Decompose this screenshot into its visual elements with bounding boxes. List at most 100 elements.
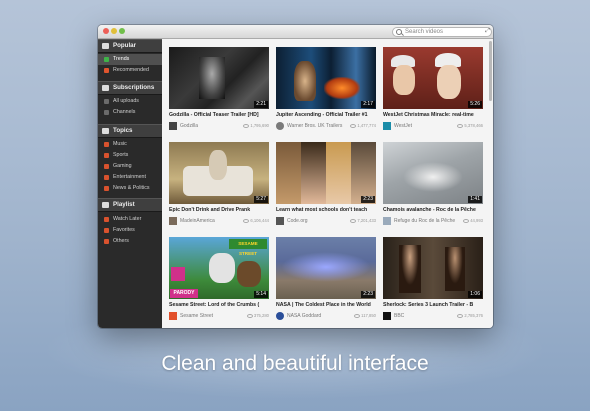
sidebar-item-label: Sports	[113, 152, 129, 158]
sidebar-item-all-uploads[interactable]: All uploads	[98, 96, 162, 107]
channel-avatar	[383, 122, 391, 130]
channel-name[interactable]: Sesame Street	[180, 313, 213, 319]
trends-icon	[104, 57, 109, 62]
video-thumbnail[interactable]: 2:23	[276, 142, 376, 204]
app-window: Search videos ⤢ Popular Trends Recommend…	[98, 25, 493, 328]
channel-name[interactable]: NASA Goddard	[287, 313, 321, 319]
channels-icon	[104, 110, 109, 115]
video-title[interactable]: WestJet Christmas Miracle: real-time	[383, 112, 483, 118]
minimize-button[interactable]	[111, 28, 117, 34]
thumbnail-art	[324, 77, 360, 99]
duration-badge: 2:23	[361, 291, 375, 298]
zoom-button[interactable]	[119, 28, 125, 34]
section-popular[interactable]: Popular	[98, 39, 162, 53]
thumbnail-art	[393, 65, 415, 95]
video-thumbnail[interactable]: 2:21	[169, 47, 269, 109]
channel-name[interactable]: Refuge du Roc de la Pêche	[394, 218, 455, 224]
sports-icon	[104, 153, 109, 158]
thumbnail-art	[399, 245, 421, 293]
views-icon	[243, 218, 250, 223]
thumbnail-art	[276, 142, 301, 204]
sidebar-item-others[interactable]: Others	[98, 236, 162, 247]
topics-icon	[102, 128, 109, 134]
channel-name[interactable]: BBC	[394, 313, 404, 319]
sidebar-item-entertainment[interactable]: Entertainment	[98, 172, 162, 183]
uploads-icon	[104, 99, 109, 104]
channel-avatar	[276, 217, 284, 225]
video-grid: 2:21 Godzilla - Official Teaser Trailer …	[162, 39, 493, 328]
section-playlist[interactable]: Playlist	[98, 198, 162, 212]
video-title[interactable]: Sesame Street: Lord of the Crumbs (	[169, 302, 269, 308]
search-placeholder: Search videos	[405, 29, 444, 35]
video-thumbnail[interactable]: 1:06	[383, 237, 483, 299]
tv-icon	[171, 267, 185, 281]
channel-name[interactable]: MadeinAmerica	[180, 218, 215, 224]
thumbnail-art	[301, 142, 326, 204]
video-thumbnail[interactable]: 2:17	[276, 47, 376, 109]
channel-name[interactable]: WestJet	[394, 123, 412, 129]
channel-avatar	[169, 122, 177, 130]
video-title[interactable]: NASA | The Coldest Place in the World	[276, 302, 376, 308]
sidebar-item-label: Favorites	[113, 227, 135, 233]
view-count: 117,850	[361, 313, 376, 318]
sidebar-item-news[interactable]: News & Politics	[98, 183, 162, 194]
video-title[interactable]: Learn what most schools don't teach	[276, 207, 376, 213]
thumbnail-art	[326, 142, 351, 204]
sidebar-item-recommended[interactable]: Recommended	[98, 65, 162, 76]
video-title[interactable]: Godzilla - Official Teaser Trailer [HD]	[169, 112, 269, 118]
sidebar-item-label: News & Politics	[113, 185, 150, 191]
sidebar-item-label: Recommended	[113, 67, 149, 73]
video-title[interactable]: Jupiter Ascending - Official Trailer #1	[276, 112, 376, 118]
channel-avatar	[169, 312, 177, 320]
thumbnail-art	[209, 150, 227, 180]
sidebar-item-music[interactable]: Music	[98, 139, 162, 150]
sidebar-item-watch-later[interactable]: Watch Later	[98, 214, 162, 225]
video-thumbnail[interactable]: 5:27	[169, 142, 269, 204]
thumbnail-art	[403, 162, 463, 192]
video-thumbnail[interactable]: SESAME STREET PARODY 5:14	[169, 237, 269, 299]
view-count: 2,785,376	[464, 313, 483, 318]
channel-name[interactable]: Godzilla	[180, 123, 198, 129]
views-icon	[463, 218, 470, 223]
promo-caption: Clean and beautiful interface	[161, 352, 429, 375]
thumbnail-art	[237, 261, 261, 287]
video-thumbnail[interactable]: 5:26	[383, 47, 483, 109]
fullscreen-icon[interactable]: ⤢	[485, 28, 490, 35]
sidebar-item-trends[interactable]: Trends	[98, 54, 162, 65]
clock-icon	[104, 217, 109, 222]
scrollbar[interactable]	[489, 41, 492, 101]
section-topics[interactable]: Topics	[98, 124, 162, 138]
sidebar-item-gaming[interactable]: Gaming	[98, 161, 162, 172]
sidebar-item-label: Watch Later	[113, 216, 142, 222]
view-count: 1,795,690	[250, 123, 269, 128]
close-button[interactable]	[103, 28, 109, 34]
search-input[interactable]: Search videos	[392, 27, 492, 37]
section-subscriptions[interactable]: Subscriptions	[98, 81, 162, 95]
music-icon	[104, 142, 109, 147]
video-title[interactable]: Sherlock: Series 3 Launch Trailer - B	[383, 302, 483, 308]
video-thumbnail[interactable]: 1:41	[383, 142, 483, 204]
channel-name[interactable]: Code.org	[287, 218, 308, 224]
views-icon	[243, 123, 250, 128]
thumbnail-art	[351, 142, 376, 204]
views-icon	[457, 313, 464, 318]
view-count: 1,477,774	[357, 123, 376, 128]
sidebar-item-sports[interactable]: Sports	[98, 150, 162, 161]
video-title[interactable]: Epic Don't Drink and Drive Prank	[169, 207, 269, 213]
video-thumbnail[interactable]: 2:23	[276, 237, 376, 299]
channel-name[interactable]: Warner Bros. UK Trailers	[287, 123, 342, 129]
sidebar-item-label: Entertainment	[113, 174, 146, 180]
sidebar-item-channels[interactable]: Channels	[98, 107, 162, 118]
duration-badge: 5:26	[468, 101, 482, 108]
gaming-icon	[104, 164, 109, 169]
duration-badge: 2:17	[361, 101, 375, 108]
sidebar-item-label: Gaming	[113, 163, 132, 169]
recommended-icon	[104, 68, 109, 73]
sidebar-item-label: Trends	[113, 56, 130, 62]
video-title[interactable]: Chamois avalanche - Roc de la Pêche	[383, 207, 483, 213]
sidebar-item-favorites[interactable]: Favorites	[98, 225, 162, 236]
playlist-icon	[102, 202, 109, 208]
thumbnail-art	[199, 57, 225, 99]
channel-avatar	[383, 217, 391, 225]
views-icon	[457, 123, 464, 128]
